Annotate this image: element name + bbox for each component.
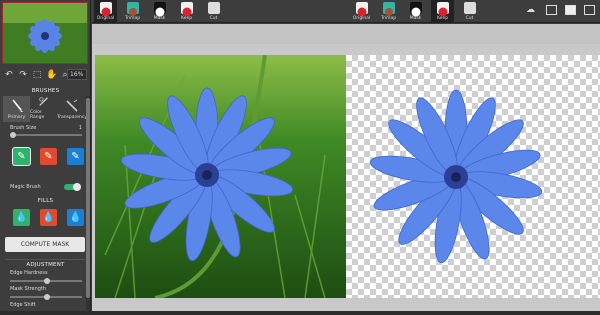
overlay-view-icon[interactable]	[584, 5, 595, 15]
keep-icon	[180, 2, 193, 17]
transparency-brush-icon	[66, 99, 78, 112]
mask-strength-label: Mask Strength	[10, 286, 47, 292]
redo-icon[interactable]: ↷	[18, 70, 28, 80]
brush-tool-label: Color Range	[30, 110, 45, 120]
mask-strength-slider[interactable]	[10, 294, 82, 300]
brush-tool-primary[interactable]: Primary	[3, 96, 30, 122]
navigator-thumbnail[interactable]	[2, 2, 88, 64]
brush-size-slider[interactable]	[10, 132, 82, 138]
view-mask-label: Mask	[153, 16, 166, 21]
selection-icon[interactable]: ⬚	[32, 70, 42, 80]
canvas-top-edge	[92, 24, 600, 44]
keep-fill-button[interactable]: 💧	[13, 209, 30, 226]
transparency-fill-drop-icon: 💧	[69, 212, 82, 223]
cloud-icon[interactable]: ☁	[526, 5, 538, 15]
cut-icon	[463, 2, 476, 14]
keep-fill-drop-icon: 💧	[15, 212, 28, 223]
remove-brush-icon: ✎	[44, 151, 53, 162]
zoom-select[interactable]: 16%	[67, 69, 87, 80]
flower-photo	[95, 55, 346, 298]
transparency-fill-button[interactable]: 💧	[67, 209, 84, 226]
view-original-label: Original	[96, 16, 115, 21]
mask-icon	[153, 2, 166, 17]
brush-tool-color-range[interactable]: Color Range	[30, 96, 57, 122]
edge-hardness-slider[interactable]	[10, 278, 82, 284]
pan-hand-icon[interactable]: ✋	[46, 70, 57, 80]
right-view-mask-button[interactable]: Mask	[404, 0, 427, 23]
brush-tool-label: Transparency	[57, 115, 88, 120]
right-view-keep-button[interactable]: Keep	[431, 0, 454, 23]
brush-tool-label: Primary	[7, 115, 26, 120]
canvas-workspace[interactable]	[92, 24, 600, 311]
brush-size-value: 1	[78, 125, 82, 131]
single-view-icon[interactable]	[546, 5, 557, 15]
brush-mode-buttons: ✎ ✎ ✎	[12, 147, 84, 166]
remove-brush-button[interactable]: ✎	[40, 148, 57, 165]
panel-scrollbar[interactable]	[86, 96, 90, 311]
split-view-icon[interactable]	[565, 5, 576, 15]
brush-tool-transparency[interactable]: Transparency	[57, 96, 87, 122]
brush-size-label: Brush Size	[10, 125, 37, 131]
view-trimap-button[interactable]: Trimap	[121, 0, 144, 23]
view-original-button[interactable]: Original	[94, 0, 117, 23]
view-mask-button[interactable]: Mask	[148, 0, 171, 23]
flower-cutout	[369, 89, 543, 264]
color-range-brush-icon	[38, 97, 48, 106]
view-trimap-label: Trimap	[380, 16, 397, 21]
right-view-trimap-button[interactable]: Trimap	[377, 0, 400, 23]
app-window: ↶ ↷ ⬚ ✋ ⌕ 16% BRUSHES Primary Color Rang…	[0, 0, 600, 315]
left-panel: ↶ ↷ ⬚ ✋ ⌕ 16% BRUSHES Primary Color Rang…	[0, 0, 91, 315]
trimap-icon	[382, 2, 395, 16]
view-keep-button[interactable]: Keep	[175, 0, 198, 23]
original-icon	[355, 2, 368, 17]
transparency-brush-button[interactable]: ✎	[67, 148, 84, 165]
right-view-cut-button[interactable]: Cut	[458, 0, 481, 23]
view-toolbar: Original Trimap Mask Keep Cut Original T…	[92, 0, 600, 23]
view-cut-label: Cut	[209, 16, 218, 21]
cut-icon	[207, 2, 220, 14]
view-cut-label: Cut	[465, 16, 474, 21]
remove-fill-button[interactable]: 💧	[40, 209, 57, 226]
compute-mask-button[interactable]: COMPUTE MASK	[5, 237, 85, 252]
keep-brush-button[interactable]: ✎	[12, 147, 31, 166]
fill-buttons: 💧 💧 💧	[13, 209, 84, 226]
section-divider	[5, 259, 85, 260]
scrollbar-thumb[interactable]	[86, 98, 90, 298]
slider-knob[interactable]	[44, 278, 50, 284]
magic-brush-label: Magic Brush	[10, 184, 41, 190]
cutout-result-view[interactable]	[346, 55, 600, 298]
transparency-brush-mode-icon: ✎	[71, 151, 80, 162]
slider-knob[interactable]	[10, 132, 16, 138]
view-trimap-label: Trimap	[124, 16, 141, 21]
original-image-view[interactable]	[95, 55, 346, 298]
original-icon	[99, 2, 112, 17]
remove-fill-drop-icon: 💧	[42, 212, 55, 223]
view-keep-label: Keep	[180, 16, 193, 21]
slider-knob[interactable]	[44, 294, 50, 300]
layout-switcher: ☁	[526, 5, 595, 15]
trimap-icon	[126, 2, 139, 16]
brushes-title: BRUSHES	[31, 88, 60, 94]
brush-tool-group: Primary Color Range Transparency	[3, 96, 87, 122]
keep-brush-icon: ✎	[17, 151, 26, 162]
view-cut-button[interactable]: Cut	[202, 0, 225, 23]
right-view-original-button[interactable]: Original	[350, 0, 373, 23]
undo-icon[interactable]: ↶	[4, 70, 14, 80]
mask-icon	[409, 2, 422, 17]
status-bar	[0, 311, 600, 315]
magic-brush-toggle[interactable]	[64, 183, 81, 191]
keep-icon	[436, 2, 449, 17]
fills-title: FILLS	[37, 198, 54, 204]
edge-hardness-label: Edge Hardness	[10, 270, 48, 276]
adjustment-title: ADJUSTMENT	[26, 262, 65, 268]
view-original-label: Original	[352, 16, 371, 21]
edge-shift-label: Edge Shift	[10, 302, 36, 308]
paintbrush-icon	[11, 99, 23, 112]
view-mask-label: Mask	[409, 16, 422, 21]
view-keep-label: Keep	[436, 16, 449, 21]
